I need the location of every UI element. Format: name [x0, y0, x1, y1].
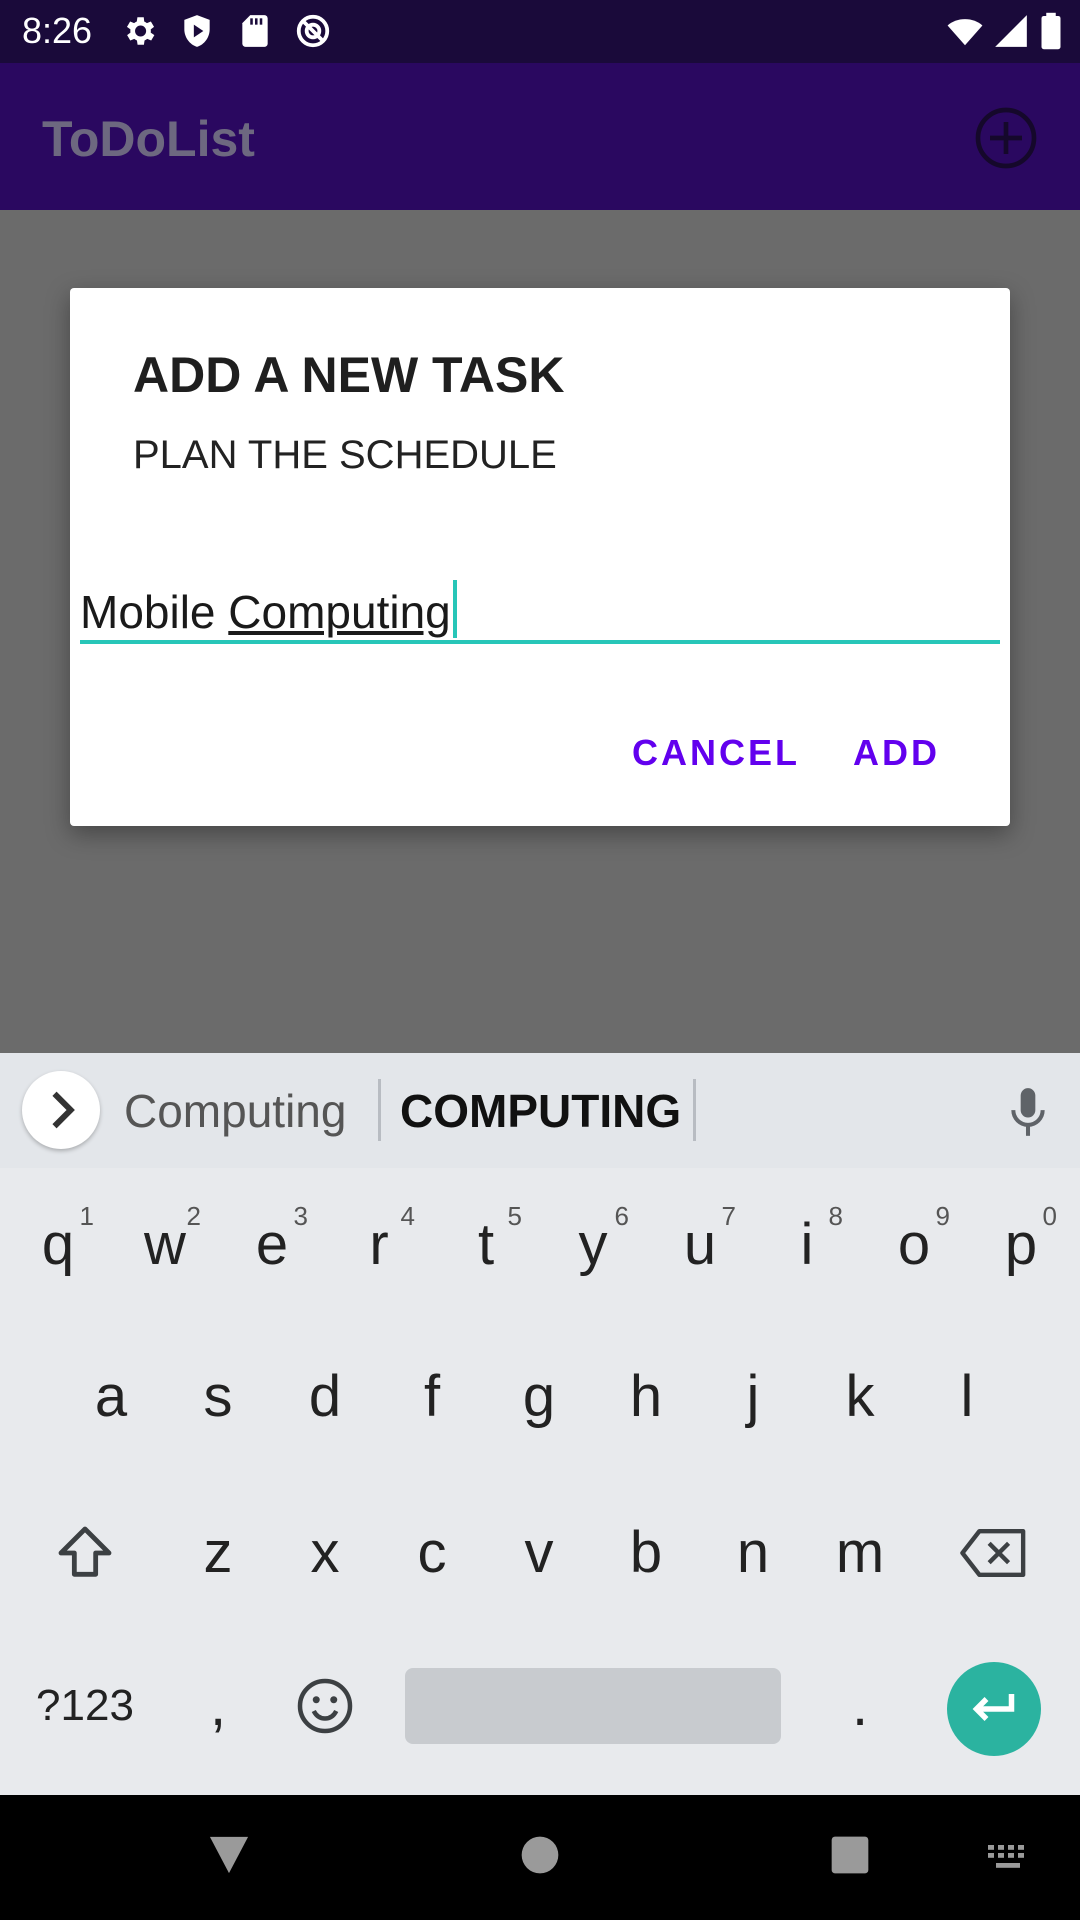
vpn-icon [296, 14, 330, 48]
key-a[interactable]: a [61, 1337, 161, 1457]
key-v[interactable]: v [489, 1493, 589, 1613]
home-icon[interactable] [520, 1835, 560, 1875]
key-hint: 4 [400, 1201, 415, 1231]
add-button[interactable]: ADD [853, 728, 940, 778]
enter-icon [972, 1694, 1015, 1721]
dialog-title: ADD A NEW TASK [133, 347, 565, 403]
shift-key[interactable] [35, 1493, 135, 1613]
task-input-composing-text: Computing [228, 586, 451, 638]
key-g[interactable]: g [489, 1337, 589, 1457]
key-n[interactable]: n [703, 1493, 803, 1613]
key-l[interactable]: l [917, 1337, 1017, 1457]
key-label: y [578, 1212, 608, 1277]
key-hint: 7 [721, 1201, 736, 1231]
key-z[interactable]: z [168, 1493, 268, 1613]
key-k[interactable]: k [810, 1337, 910, 1457]
key-m[interactable]: m [810, 1493, 910, 1613]
key-label: i [800, 1212, 814, 1277]
key-hint: 5 [507, 1201, 522, 1231]
cancel-button[interactable]: CANCEL [632, 728, 800, 778]
task-input[interactable]: Mobile Computing [80, 578, 1000, 644]
symbols-key[interactable]: ?123 [20, 1646, 150, 1766]
backspace-key[interactable] [944, 1493, 1044, 1613]
text-cursor [452, 580, 457, 638]
key-label: u [683, 1212, 717, 1277]
key-b[interactable]: b [596, 1493, 696, 1613]
key-x[interactable]: x [275, 1493, 375, 1613]
status-bar: 8:26 [0, 0, 1080, 63]
key-c[interactable]: c [382, 1493, 482, 1613]
key-label: o [897, 1212, 931, 1277]
key-y[interactable]: y6 [543, 1185, 643, 1305]
key-t[interactable]: t5 [436, 1185, 536, 1305]
key-label: q [41, 1212, 75, 1277]
key-w[interactable]: w2 [115, 1185, 215, 1305]
add-circle-icon[interactable] [974, 106, 1038, 170]
space-key[interactable] [405, 1668, 781, 1744]
key-p[interactable]: p0 [971, 1185, 1071, 1305]
suggestion-divider [378, 1079, 381, 1141]
key-r[interactable]: r4 [329, 1185, 429, 1305]
navigation-bar [0, 1795, 1080, 1920]
key-label: w [144, 1212, 186, 1277]
key-hint: 8 [828, 1201, 843, 1231]
key-q[interactable]: q1 [8, 1185, 108, 1305]
sd-card-icon [242, 15, 268, 47]
key-i[interactable]: i8 [757, 1185, 857, 1305]
key-h[interactable]: h [596, 1337, 696, 1457]
enter-key[interactable] [947, 1662, 1041, 1756]
backspace-icon [960, 1528, 1026, 1578]
suggestion-2[interactable]: COMPUTING [400, 1083, 681, 1139]
chevron-right-icon [52, 1091, 75, 1129]
back-icon[interactable] [206, 1833, 252, 1875]
key-hint: 1 [79, 1201, 94, 1231]
app-bar: ToDoList [0, 63, 1080, 210]
period-key[interactable]: . [810, 1646, 910, 1766]
shield-icon [184, 15, 210, 47]
status-time: 8:26 [22, 10, 93, 51]
suggestion-1[interactable]: Computing [124, 1083, 346, 1139]
key-e[interactable]: e3 [222, 1185, 322, 1305]
task-input-value: Mobile Computing [80, 580, 457, 640]
key-label: t [477, 1212, 495, 1277]
key-label: r [369, 1212, 389, 1277]
key-o[interactable]: o9 [864, 1185, 964, 1305]
wifi-icon [947, 19, 983, 46]
recents-icon[interactable] [830, 1835, 870, 1875]
emoji-key[interactable] [275, 1646, 375, 1766]
soft-keyboard: Computing COMPUTING q1 w2 e3 r4 t5 y6 u7… [0, 1053, 1080, 1795]
dialog-message: PLAN THE SCHEDULE [133, 433, 557, 477]
key-label: p [1004, 1212, 1038, 1277]
task-input-text: Mobile [80, 586, 229, 638]
suggestion-strip: Computing COMPUTING [0, 1053, 1080, 1168]
expand-toolbar-button[interactable] [22, 1071, 100, 1149]
key-hint: 3 [293, 1201, 308, 1231]
key-s[interactable]: s [168, 1337, 268, 1457]
signal-icon [995, 15, 1027, 47]
keyboard-switch-icon[interactable] [986, 1843, 1030, 1871]
key-f[interactable]: f [382, 1337, 482, 1457]
app-title: ToDoList [42, 111, 255, 167]
comma-key[interactable]: , [168, 1646, 268, 1766]
key-hint: 2 [186, 1201, 201, 1231]
settings-icon [126, 17, 155, 45]
key-u[interactable]: u7 [650, 1185, 750, 1305]
suggestion-divider [693, 1079, 696, 1141]
key-hint: 6 [614, 1201, 629, 1231]
battery-icon [1041, 12, 1061, 50]
key-j[interactable]: j [703, 1337, 803, 1457]
emoji-icon [297, 1678, 353, 1734]
microphone-icon[interactable] [1006, 1086, 1050, 1138]
key-hint: 0 [1042, 1201, 1057, 1231]
key-d[interactable]: d [275, 1337, 375, 1457]
key-hint: 9 [935, 1201, 950, 1231]
add-task-dialog: ADD A NEW TASK PLAN THE SCHEDULE Mobile … [70, 288, 1010, 826]
key-label: e [255, 1212, 289, 1277]
shift-icon [58, 1526, 112, 1577]
